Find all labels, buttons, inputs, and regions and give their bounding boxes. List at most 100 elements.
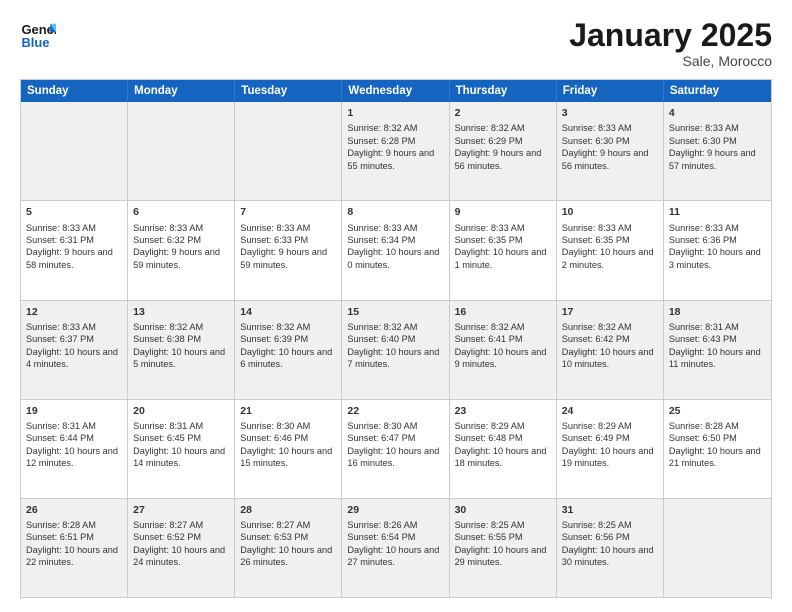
daylight-text: Daylight: 10 hours and 0 minutes. xyxy=(347,247,439,269)
daylight-text: Daylight: 10 hours and 27 minutes. xyxy=(347,545,439,567)
logo-icon: General Blue xyxy=(20,18,56,54)
sunset-text: Sunset: 6:36 PM xyxy=(669,235,737,245)
day-number: 2 xyxy=(455,106,551,120)
day-number: 23 xyxy=(455,404,551,418)
sunset-text: Sunset: 6:49 PM xyxy=(562,433,630,443)
calendar-cell xyxy=(235,102,342,200)
calendar-cell: 25Sunrise: 8:28 AMSunset: 6:50 PMDayligh… xyxy=(664,400,771,498)
daylight-text: Daylight: 9 hours and 59 minutes. xyxy=(133,247,220,269)
day-number: 27 xyxy=(133,503,229,517)
sunrise-text: Sunrise: 8:31 AM xyxy=(26,421,96,431)
sunrise-text: Sunrise: 8:33 AM xyxy=(562,123,632,133)
daylight-text: Daylight: 9 hours and 56 minutes. xyxy=(562,148,649,170)
calendar-cell: 7Sunrise: 8:33 AMSunset: 6:33 PMDaylight… xyxy=(235,201,342,299)
sunrise-text: Sunrise: 8:31 AM xyxy=(133,421,203,431)
sunset-text: Sunset: 6:40 PM xyxy=(347,334,415,344)
sunset-text: Sunset: 6:48 PM xyxy=(455,433,523,443)
calendar-cell: 10Sunrise: 8:33 AMSunset: 6:35 PMDayligh… xyxy=(557,201,664,299)
sunrise-text: Sunrise: 8:27 AM xyxy=(240,520,310,530)
sunrise-text: Sunrise: 8:33 AM xyxy=(669,123,739,133)
sunrise-text: Sunrise: 8:32 AM xyxy=(455,123,525,133)
sunset-text: Sunset: 6:37 PM xyxy=(26,334,94,344)
sunset-text: Sunset: 6:29 PM xyxy=(455,136,523,146)
calendar-cell: 22Sunrise: 8:30 AMSunset: 6:47 PMDayligh… xyxy=(342,400,449,498)
daylight-text: Daylight: 9 hours and 57 minutes. xyxy=(669,148,756,170)
calendar-cell xyxy=(21,102,128,200)
logo: General Blue xyxy=(20,18,56,54)
daylight-text: Daylight: 10 hours and 11 minutes. xyxy=(669,347,761,369)
sunrise-text: Sunrise: 8:33 AM xyxy=(240,223,310,233)
sunrise-text: Sunrise: 8:33 AM xyxy=(669,223,739,233)
day-number: 8 xyxy=(347,205,443,219)
sunrise-text: Sunrise: 8:32 AM xyxy=(455,322,525,332)
calendar-cell xyxy=(664,499,771,597)
sunset-text: Sunset: 6:30 PM xyxy=(669,136,737,146)
sunset-text: Sunset: 6:41 PM xyxy=(455,334,523,344)
daylight-text: Daylight: 10 hours and 15 minutes. xyxy=(240,446,332,468)
daylight-text: Daylight: 10 hours and 4 minutes. xyxy=(26,347,118,369)
sunset-text: Sunset: 6:52 PM xyxy=(133,532,201,542)
sunrise-text: Sunrise: 8:26 AM xyxy=(347,520,417,530)
sunset-text: Sunset: 6:32 PM xyxy=(133,235,201,245)
sunset-text: Sunset: 6:53 PM xyxy=(240,532,308,542)
sunset-text: Sunset: 6:55 PM xyxy=(455,532,523,542)
day-number: 20 xyxy=(133,404,229,418)
calendar-cell: 5Sunrise: 8:33 AMSunset: 6:31 PMDaylight… xyxy=(21,201,128,299)
sunrise-text: Sunrise: 8:28 AM xyxy=(669,421,739,431)
sunset-text: Sunset: 6:54 PM xyxy=(347,532,415,542)
daylight-text: Daylight: 10 hours and 2 minutes. xyxy=(562,247,654,269)
title-block: January 2025 Sale, Morocco xyxy=(569,18,772,69)
daylight-text: Daylight: 9 hours and 55 minutes. xyxy=(347,148,434,170)
day-number: 25 xyxy=(669,404,766,418)
daylight-text: Daylight: 10 hours and 14 minutes. xyxy=(133,446,225,468)
day-number: 28 xyxy=(240,503,336,517)
page: General Blue January 2025 Sale, Morocco … xyxy=(0,0,792,612)
svg-text:Blue: Blue xyxy=(21,35,49,50)
calendar-cell: 16Sunrise: 8:32 AMSunset: 6:41 PMDayligh… xyxy=(450,301,557,399)
day-number: 1 xyxy=(347,106,443,120)
day-number: 9 xyxy=(455,205,551,219)
sunset-text: Sunset: 6:28 PM xyxy=(347,136,415,146)
sunrise-text: Sunrise: 8:33 AM xyxy=(26,223,96,233)
sunset-text: Sunset: 6:44 PM xyxy=(26,433,94,443)
calendar-cell: 12Sunrise: 8:33 AMSunset: 6:37 PMDayligh… xyxy=(21,301,128,399)
sunrise-text: Sunrise: 8:27 AM xyxy=(133,520,203,530)
calendar-cell: 28Sunrise: 8:27 AMSunset: 6:53 PMDayligh… xyxy=(235,499,342,597)
day-number: 12 xyxy=(26,305,122,319)
calendar-cell: 31Sunrise: 8:25 AMSunset: 6:56 PMDayligh… xyxy=(557,499,664,597)
calendar-cell: 15Sunrise: 8:32 AMSunset: 6:40 PMDayligh… xyxy=(342,301,449,399)
sunrise-text: Sunrise: 8:30 AM xyxy=(240,421,310,431)
daylight-text: Daylight: 10 hours and 10 minutes. xyxy=(562,347,654,369)
calendar-cell: 9Sunrise: 8:33 AMSunset: 6:35 PMDaylight… xyxy=(450,201,557,299)
location: Sale, Morocco xyxy=(569,53,772,69)
day-number: 6 xyxy=(133,205,229,219)
day-number: 7 xyxy=(240,205,336,219)
daylight-text: Daylight: 10 hours and 30 minutes. xyxy=(562,545,654,567)
day-number: 3 xyxy=(562,106,658,120)
day-number: 29 xyxy=(347,503,443,517)
sunrise-text: Sunrise: 8:30 AM xyxy=(347,421,417,431)
day-number: 11 xyxy=(669,205,766,219)
calendar-cell: 24Sunrise: 8:29 AMSunset: 6:49 PMDayligh… xyxy=(557,400,664,498)
sunset-text: Sunset: 6:35 PM xyxy=(562,235,630,245)
sunset-text: Sunset: 6:50 PM xyxy=(669,433,737,443)
header-thursday: Thursday xyxy=(450,80,557,102)
day-number: 13 xyxy=(133,305,229,319)
daylight-text: Daylight: 10 hours and 24 minutes. xyxy=(133,545,225,567)
header-friday: Friday xyxy=(557,80,664,102)
sunrise-text: Sunrise: 8:29 AM xyxy=(455,421,525,431)
sunrise-text: Sunrise: 8:32 AM xyxy=(133,322,203,332)
daylight-text: Daylight: 10 hours and 12 minutes. xyxy=(26,446,118,468)
header-tuesday: Tuesday xyxy=(235,80,342,102)
sunset-text: Sunset: 6:38 PM xyxy=(133,334,201,344)
calendar-cell: 17Sunrise: 8:32 AMSunset: 6:42 PMDayligh… xyxy=(557,301,664,399)
day-number: 24 xyxy=(562,404,658,418)
sunrise-text: Sunrise: 8:33 AM xyxy=(455,223,525,233)
sunset-text: Sunset: 6:43 PM xyxy=(669,334,737,344)
calendar-cell: 18Sunrise: 8:31 AMSunset: 6:43 PMDayligh… xyxy=(664,301,771,399)
daylight-text: Daylight: 10 hours and 5 minutes. xyxy=(133,347,225,369)
calendar-cell: 20Sunrise: 8:31 AMSunset: 6:45 PMDayligh… xyxy=(128,400,235,498)
calendar-cell: 23Sunrise: 8:29 AMSunset: 6:48 PMDayligh… xyxy=(450,400,557,498)
sunrise-text: Sunrise: 8:32 AM xyxy=(562,322,632,332)
day-number: 18 xyxy=(669,305,766,319)
